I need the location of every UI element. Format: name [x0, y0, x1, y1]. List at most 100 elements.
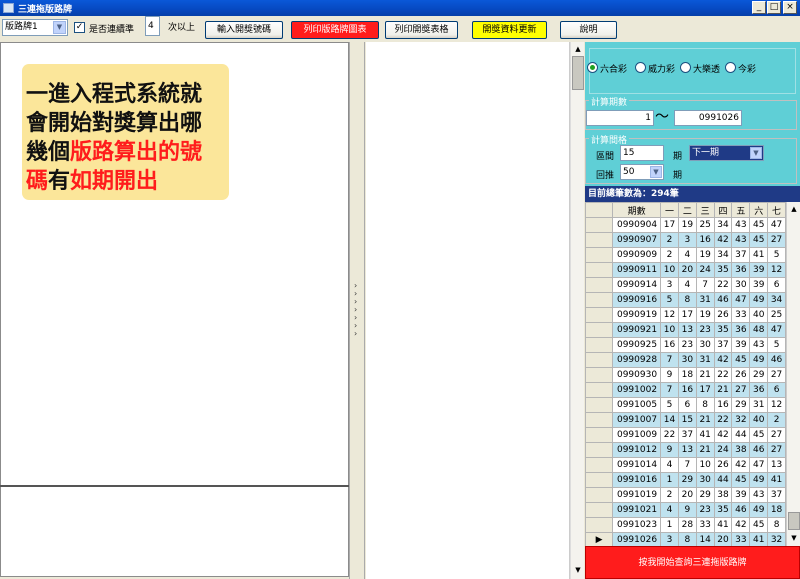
table-row[interactable]: 0990930 9 18 21 22 26 29 27 — [585, 367, 786, 383]
current-row-marker[interactable]: ▶ — [585, 532, 614, 546]
table-row[interactable]: 0990914 3 4 7 22 30 39 6 — [585, 277, 786, 293]
row-header[interactable] — [585, 472, 614, 488]
table-row[interactable]: 0990928 7 30 31 42 45 49 46 — [585, 352, 786, 368]
row-header[interactable] — [585, 292, 614, 308]
column-header[interactable]: 四 — [713, 202, 733, 218]
period-to-input[interactable]: 0991026 — [674, 110, 742, 126]
scroll-up-icon[interactable]: ▲ — [572, 43, 584, 55]
mode-select[interactable]: 版路牌1 ▼ — [2, 19, 68, 36]
period-cell: 0990904 — [612, 217, 662, 233]
row-header[interactable] — [585, 247, 614, 263]
consecutive-checkbox[interactable]: ✓ — [74, 22, 85, 33]
input-numbers-button[interactable]: 輸入開獎號碼 — [205, 21, 283, 39]
row-header[interactable] — [585, 487, 614, 503]
table-row[interactable]: 0991016 1 29 30 44 45 49 41 — [585, 472, 786, 488]
number-cell: 27 — [767, 367, 786, 383]
table-row[interactable]: 0990911 10 20 24 35 36 39 12 — [585, 262, 786, 278]
table-row[interactable]: 0990904 17 19 25 34 43 45 47 — [585, 217, 786, 233]
help-button[interactable]: 說明 — [560, 21, 617, 39]
back-select-value: 50 — [623, 167, 635, 177]
radio-liuhecai[interactable] — [587, 62, 598, 73]
table-row[interactable]: 0991012 9 13 21 24 38 46 27 — [585, 442, 786, 458]
table-row[interactable]: 0991014 4 7 10 26 42 47 13 — [585, 457, 786, 473]
chevron-down-icon[interactable]: ▼ — [750, 147, 762, 159]
row-header[interactable] — [585, 232, 614, 248]
row-header[interactable] — [585, 517, 614, 533]
chevron-down-icon[interactable]: ▼ — [650, 166, 662, 178]
row-header[interactable] — [585, 442, 614, 458]
panel-splitter[interactable]: › › › › › › › — [349, 42, 365, 579]
number-cell: 43 — [749, 487, 769, 503]
chevron-down-icon[interactable]: ▼ — [53, 21, 66, 34]
period-cell: 0991023 — [612, 517, 662, 533]
close-button[interactable]: × — [783, 1, 797, 14]
number-cell: 16 — [677, 382, 697, 398]
table-row[interactable]: 0990907 2 3 16 42 43 45 27 — [585, 232, 786, 248]
back-select[interactable]: 50 ▼ — [620, 164, 664, 180]
table-row[interactable]: 0991009 22 37 41 42 44 45 27 — [585, 427, 786, 443]
column-header[interactable]: 一 — [660, 202, 679, 218]
period-from-input[interactable]: 1 — [586, 110, 654, 126]
table-row[interactable]: 0991019 2 20 29 38 39 43 37 — [585, 487, 786, 503]
row-header[interactable] — [585, 457, 614, 473]
table-row[interactable]: 0991007 14 15 21 22 32 40 2 — [585, 412, 786, 428]
row-header[interactable] — [585, 217, 614, 233]
number-cell: 38 — [713, 487, 733, 503]
column-header[interactable]: 二 — [677, 202, 697, 218]
maximize-button[interactable]: □ — [767, 1, 781, 14]
row-header[interactable] — [585, 427, 614, 443]
row-header[interactable] — [585, 502, 614, 518]
table-row[interactable]: 0990916 5 8 31 46 47 49 34 — [585, 292, 786, 308]
scroll-up-icon[interactable]: ▲ — [788, 203, 800, 215]
row-header[interactable] — [585, 307, 614, 323]
gap-select[interactable]: 下一期 ▼ — [689, 145, 764, 161]
row-header[interactable] — [585, 367, 614, 383]
count-suffix-label: 次以上 — [168, 23, 196, 33]
table-row[interactable]: ▶ 0991026 3 8 14 20 33 41 32 — [585, 532, 786, 546]
count-input[interactable]: 4 — [145, 16, 160, 36]
row-header[interactable] — [585, 322, 614, 338]
print-chart-button[interactable]: 列印版路牌圖表 — [291, 21, 379, 39]
column-header[interactable]: 期數 — [612, 202, 662, 218]
column-header[interactable]: 六 — [749, 202, 769, 218]
column-header[interactable]: 三 — [695, 202, 715, 218]
period-cell: 0991007 — [612, 412, 662, 428]
scroll-thumb[interactable] — [572, 56, 584, 90]
gap-input[interactable]: 15 — [620, 145, 664, 161]
scroll-down-icon[interactable]: ▼ — [572, 564, 584, 576]
window-title: 三連拖版路牌 — [18, 5, 73, 15]
row-header[interactable] — [585, 352, 614, 368]
table-row[interactable]: 0990921 10 13 23 35 36 48 47 — [585, 322, 786, 338]
row-header[interactable] — [585, 412, 614, 428]
number-cell: 21 — [695, 412, 715, 428]
period-cell: 0991012 — [612, 442, 662, 458]
table-row[interactable]: 0990909 2 4 19 34 37 41 5 — [585, 247, 786, 263]
grid-scrollbar[interactable]: ▲ ▼ — [786, 202, 800, 546]
table-row[interactable]: 0990925 16 23 30 37 39 43 5 — [585, 337, 786, 353]
table-row[interactable]: 0991023 1 28 33 41 42 45 8 — [585, 517, 786, 533]
scroll-down-icon[interactable]: ▼ — [788, 532, 800, 544]
radio-daletou[interactable] — [680, 62, 691, 73]
column-header[interactable]: 七 — [767, 202, 786, 218]
draw-results-grid[interactable]: 期數一二三四五六七 0990904 17 19 25 34 43 45 47 0990907 2 3… — [585, 202, 786, 546]
row-header[interactable] — [585, 277, 614, 293]
table-row[interactable]: 0991021 4 9 23 35 46 49 18 — [585, 502, 786, 518]
column-header[interactable]: 五 — [731, 202, 751, 218]
table-row[interactable]: 0990919 12 17 19 26 33 40 25 — [585, 307, 786, 323]
table-row[interactable]: 0991002 7 16 17 21 27 36 6 — [585, 382, 786, 398]
number-cell: 45 — [749, 232, 769, 248]
row-header[interactable] — [585, 382, 614, 398]
row-header[interactable] — [585, 262, 614, 278]
number-cell: 13 — [677, 442, 697, 458]
print-table-button[interactable]: 列印開獎表格 — [385, 21, 458, 39]
grid-scroll-thumb[interactable] — [788, 512, 800, 530]
panel-scrollbar[interactable]: ▲ ▼ — [570, 42, 584, 579]
update-data-button[interactable]: 開獎資料更新 — [472, 21, 547, 39]
minimize-button[interactable]: _ — [752, 1, 766, 14]
row-header[interactable] — [585, 397, 614, 413]
row-header[interactable] — [585, 337, 614, 353]
start-query-button[interactable]: 按我開始查詢三連拖版路牌 — [585, 546, 800, 579]
table-row[interactable]: 0991005 5 6 8 16 29 31 12 — [585, 397, 786, 413]
radio-weili[interactable] — [635, 62, 646, 73]
radio-jincai[interactable] — [725, 62, 736, 73]
